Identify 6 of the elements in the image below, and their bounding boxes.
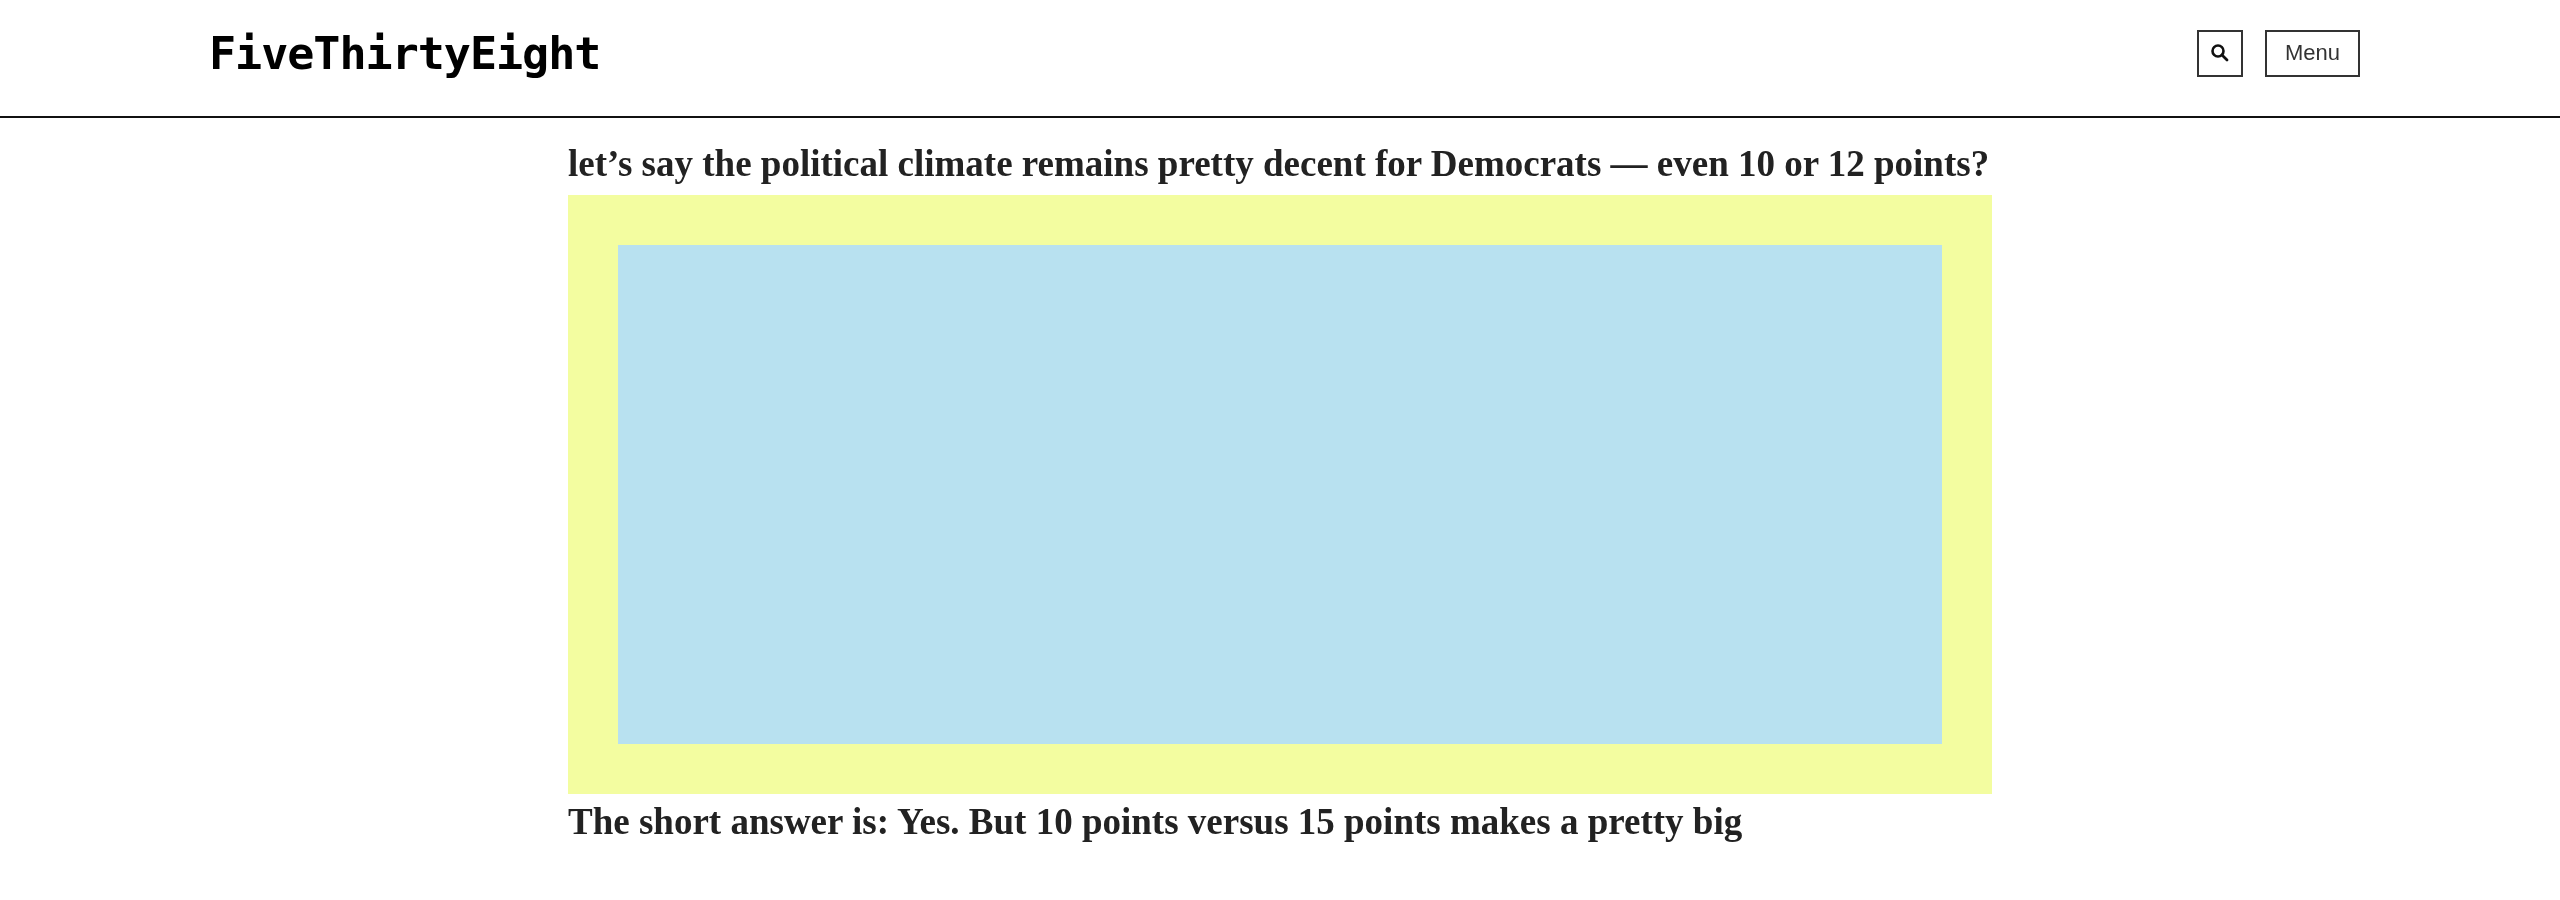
menu-button[interactable]: Menu [2265, 29, 2360, 77]
site-logo[interactable]: FiveThirtyEight [209, 26, 601, 80]
paragraph: let’s say the political climate remains pretty decent for Democrats — even 10 or 12 points? [568, 142, 1991, 186]
paragraph: The short answer is: Yes. But 10 points versus 15 points makes a pretty big [568, 800, 1744, 844]
search-button[interactable] [2197, 29, 2243, 77]
search-icon [2210, 43, 2230, 63]
